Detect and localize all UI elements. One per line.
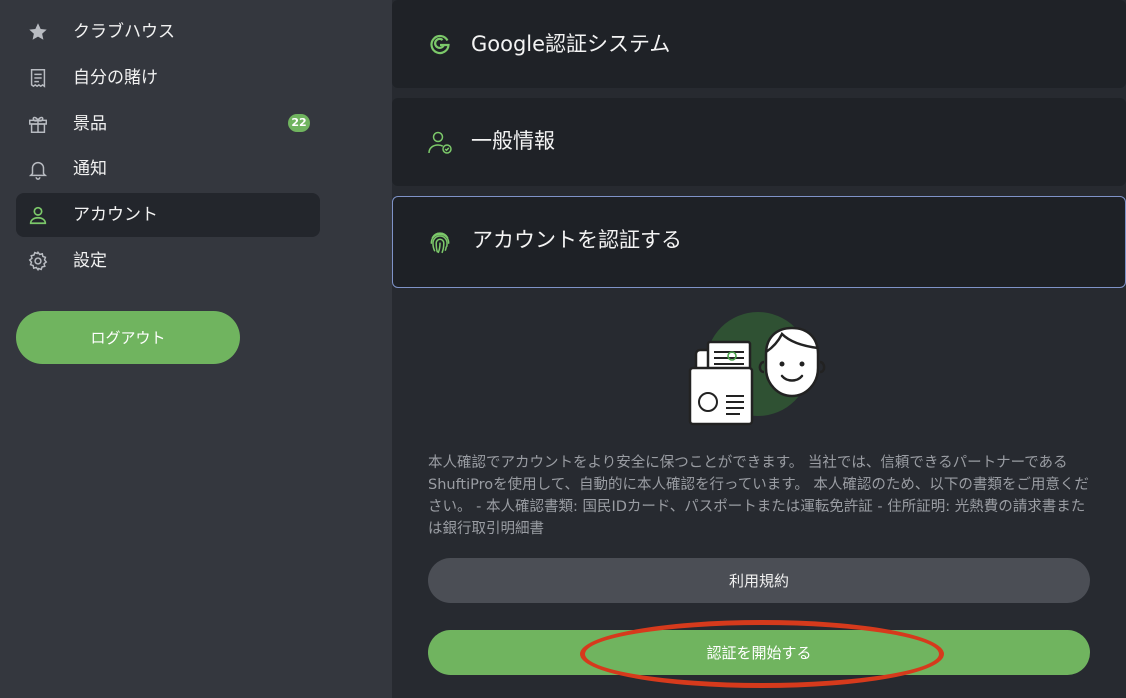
- sidebar-item-label: 設定: [73, 251, 107, 271]
- terms-button[interactable]: 利用規約: [428, 558, 1090, 603]
- sidebar-item-label: 通知: [73, 159, 107, 179]
- receipt-icon: [26, 66, 50, 90]
- sidebar-item-label: クラブハウス: [73, 22, 175, 42]
- panel-google-auth[interactable]: Google認証システム: [392, 0, 1126, 88]
- sidebar-item-my-bets[interactable]: 自分の賭け: [16, 56, 320, 100]
- panel-verify-account[interactable]: アカウントを認証する: [392, 196, 1126, 288]
- panel-title: 一般情報: [471, 129, 555, 153]
- user-icon: [26, 203, 50, 227]
- gear-icon: [26, 249, 50, 273]
- panel-title: Google認証システム: [471, 32, 671, 56]
- start-verification-button[interactable]: 認証を開始する: [428, 630, 1090, 675]
- gift-icon: [26, 112, 50, 136]
- count-badge: 22: [288, 114, 310, 132]
- panel-general-info[interactable]: 一般情報: [392, 98, 1126, 186]
- star-icon: [26, 20, 50, 44]
- sidebar-item-prizes[interactable]: 景品 22: [16, 102, 320, 146]
- sidebar-item-account[interactable]: アカウント: [16, 193, 320, 237]
- fingerprint-icon: [426, 228, 454, 256]
- sidebar-item-notifications[interactable]: 通知: [16, 147, 320, 191]
- sidebar-item-label: アカウント: [73, 205, 158, 225]
- logout-button[interactable]: ログアウト: [16, 311, 240, 364]
- sidebar-item-clubhouse[interactable]: クラブハウス: [16, 10, 320, 54]
- user-check-icon: [426, 128, 454, 156]
- google-icon: [426, 30, 454, 58]
- id-verification-illustration: [686, 312, 836, 432]
- bell-icon: [26, 157, 50, 181]
- panel-title: アカウントを認証する: [472, 228, 682, 252]
- sidebar-item-label: 自分の賭け: [73, 68, 158, 88]
- sidebar: クラブハウス 自分の賭け 景品 22 通知 アカウント 設定 ログアウト: [0, 0, 392, 698]
- main-content: Google認証システム 一般情報 アカウントを認証する 本人確認でアカウントを…: [392, 0, 1126, 698]
- verification-description: 本人確認でアカウントをより安全に保つことができます。 当社では、信頼できるパート…: [428, 455, 1089, 537]
- sidebar-item-settings[interactable]: 設定: [16, 239, 320, 283]
- app: クラブハウス 自分の賭け 景品 22 通知 アカウント 設定 ログアウト Goo…: [0, 0, 1126, 698]
- sidebar-item-label: 景品: [73, 114, 107, 134]
